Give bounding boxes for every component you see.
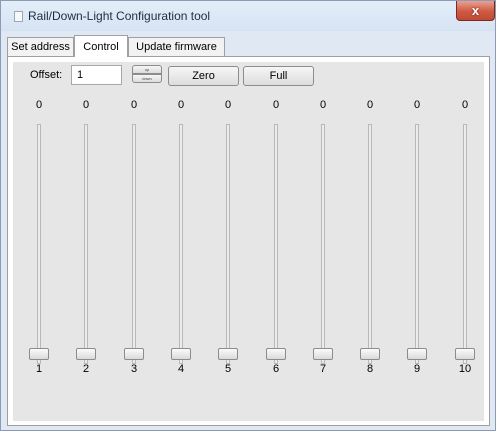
close-icon: x — [471, 3, 480, 18]
offset-spin-up-button[interactable]: up — [132, 65, 162, 74]
channel-value: 0 — [35, 99, 43, 111]
channel-value: 0 — [130, 99, 138, 111]
slider-thumb[interactable] — [407, 348, 427, 360]
offset-label: Offset: — [30, 69, 63, 81]
slider-track[interactable] — [37, 124, 41, 364]
slider-track[interactable] — [415, 124, 419, 364]
channel-label: 3 — [130, 363, 138, 375]
channel-value: 0 — [272, 99, 280, 111]
channel-label: 6 — [272, 363, 280, 375]
channel-value: 0 — [461, 99, 469, 111]
slider-thumb[interactable] — [313, 348, 333, 360]
slider-thumb[interactable] — [171, 348, 191, 360]
slider-thumb[interactable] — [76, 348, 96, 360]
slider-thumb[interactable] — [29, 348, 49, 360]
channel-label: 7 — [319, 363, 327, 375]
channel-label: 9 — [413, 363, 421, 375]
slider-thumb[interactable] — [266, 348, 286, 360]
offset-input[interactable] — [71, 65, 122, 85]
tab-content: Offset: up down Zero Full 01020304050607… — [7, 56, 490, 426]
slider-track[interactable] — [226, 124, 230, 364]
tab-control[interactable]: Control — [74, 35, 128, 57]
channel-value: 0 — [224, 99, 232, 111]
tab-strip: Set address Control Update firmware — [7, 35, 489, 57]
channel-value: 0 — [319, 99, 327, 111]
offset-spin-down-button[interactable]: down — [132, 74, 162, 83]
control-panel: Offset: up down Zero Full 01020304050607… — [13, 62, 484, 421]
full-button[interactable]: Full — [243, 66, 314, 86]
slider-thumb[interactable] — [455, 348, 475, 360]
channel-label: 4 — [177, 363, 185, 375]
channel-value: 0 — [82, 99, 90, 111]
channel-value: 0 — [413, 99, 421, 111]
slider-track[interactable] — [179, 124, 183, 364]
app-window: Rail/Down-Light Configuration tool x Set… — [0, 0, 496, 431]
window-title: Rail/Down-Light Configuration tool — [28, 9, 211, 23]
slider-track[interactable] — [274, 124, 278, 364]
slider-thumb[interactable] — [124, 348, 144, 360]
slider-track[interactable] — [463, 124, 467, 364]
tab-set-address[interactable]: Set address — [7, 37, 74, 56]
close-button[interactable]: x — [456, 1, 495, 21]
slider-track[interactable] — [132, 124, 136, 364]
channel-label: 10 — [458, 363, 472, 375]
channel-label: 2 — [82, 363, 90, 375]
zero-button[interactable]: Zero — [168, 66, 239, 86]
app-icon — [14, 11, 23, 22]
channel-value: 0 — [177, 99, 185, 111]
channel-value: 0 — [366, 99, 374, 111]
channel-label: 1 — [35, 363, 43, 375]
channel-label: 5 — [224, 363, 232, 375]
title-bar[interactable]: Rail/Down-Light Configuration tool x — [1, 1, 495, 31]
slider-track[interactable] — [321, 124, 325, 364]
slider-track[interactable] — [368, 124, 372, 364]
slider-thumb[interactable] — [218, 348, 238, 360]
channel-label: 8 — [366, 363, 374, 375]
slider-track[interactable] — [84, 124, 88, 364]
tab-update-firmware[interactable]: Update firmware — [128, 37, 225, 56]
slider-thumb[interactable] — [360, 348, 380, 360]
